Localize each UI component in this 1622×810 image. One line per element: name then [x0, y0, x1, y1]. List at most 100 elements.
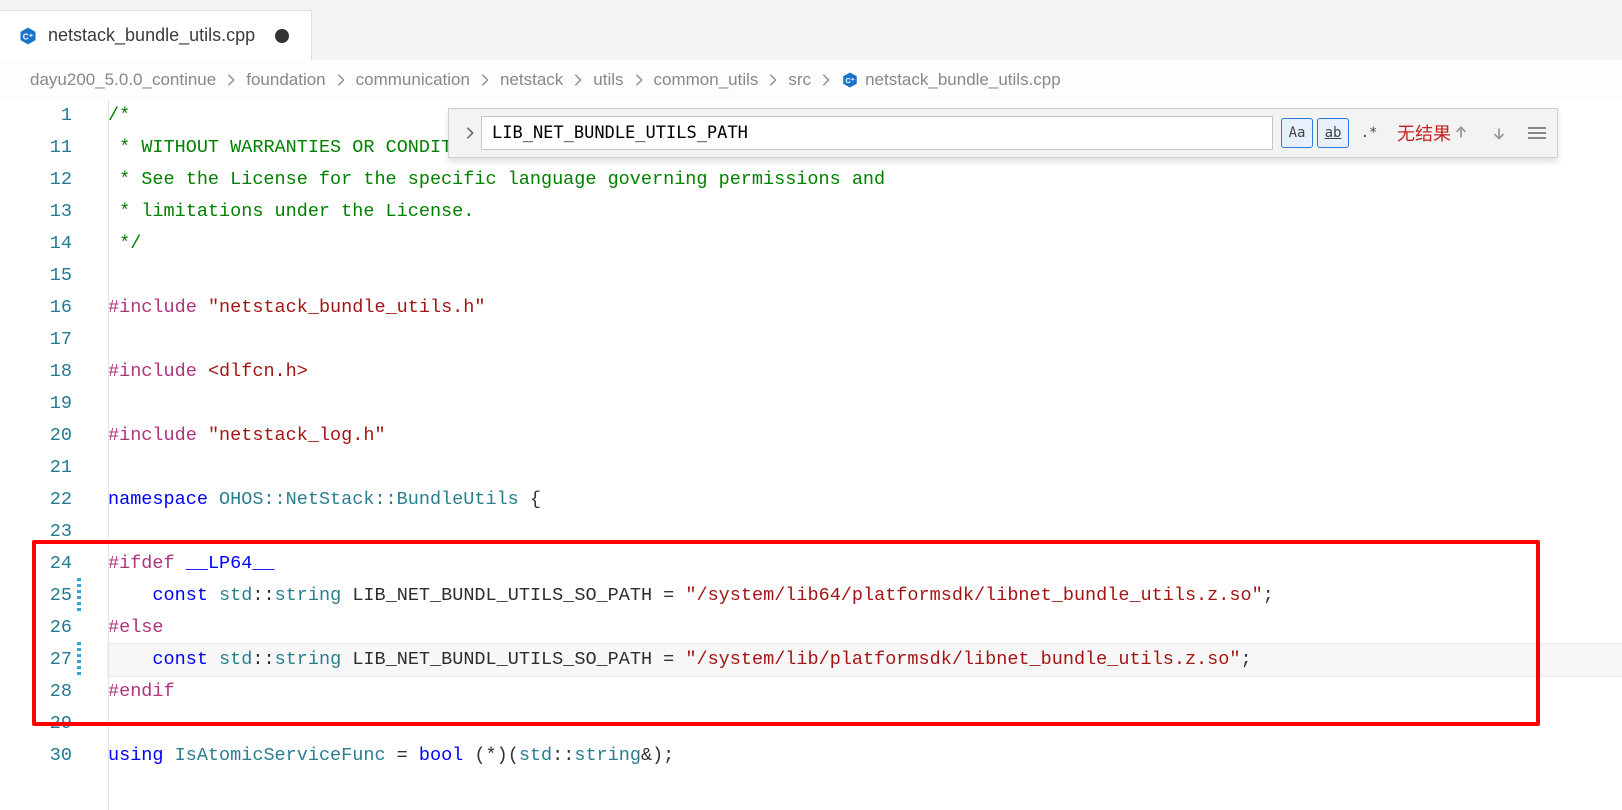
line-number: 11	[0, 132, 72, 164]
tab-bar: C⁺ netstack_bundle_utils.cpp	[0, 0, 1622, 60]
find-menu-button[interactable]	[1527, 123, 1547, 143]
code-text: const	[152, 585, 208, 606]
line-number: 25	[0, 580, 72, 612]
code-text: string	[275, 585, 342, 606]
breadcrumb-file[interactable]: C⁺ netstack_bundle_utils.cpp	[841, 70, 1061, 90]
breadcrumb-segment[interactable]: netstack	[500, 70, 563, 90]
breadcrumb-segment[interactable]: src	[788, 70, 811, 90]
match-case-toggle[interactable]: Aa	[1281, 118, 1313, 148]
chevron-right-icon	[478, 73, 492, 87]
unsaved-dot-icon	[275, 29, 289, 43]
regex-label: .*	[1361, 125, 1378, 141]
find-nav	[1451, 123, 1547, 143]
code-text: * limitations under the License.	[108, 201, 474, 222]
line-number: 27	[0, 644, 72, 676]
chevron-right-icon	[766, 73, 780, 87]
chevron-right-icon	[819, 73, 833, 87]
line-number: 13	[0, 196, 72, 228]
svg-text:C⁺: C⁺	[845, 76, 854, 85]
code-text: OHOS::NetStack::BundleUtils	[208, 489, 530, 510]
match-whole-word-toggle[interactable]: ab	[1317, 118, 1349, 148]
svg-text:C⁺: C⁺	[23, 31, 33, 41]
code-text: std	[219, 649, 252, 670]
code-text: (*)(	[463, 745, 519, 766]
match-case-label: Aa	[1289, 125, 1306, 141]
code-text: *	[108, 137, 141, 158]
expand-replace-toggle[interactable]	[459, 126, 481, 140]
glyph-margin	[74, 100, 84, 810]
breadcrumb-segment[interactable]: common_utils	[654, 70, 759, 90]
code-text: "netstack_log.h"	[208, 425, 386, 446]
line-number: 14	[0, 228, 72, 260]
hamburger-icon	[1528, 127, 1546, 139]
editor[interactable]: 1 11 12 13 14 15 16 17 18 19 20 21 22 23…	[0, 100, 1622, 810]
line-number: 17	[0, 324, 72, 356]
code-text: /*	[108, 105, 130, 126]
code-text	[341, 137, 352, 158]
line-number: 12	[0, 164, 72, 196]
find-result-count: 无结果	[1397, 120, 1451, 146]
code-text: const	[152, 649, 208, 670]
code-text: "netstack_bundle_utils.h"	[208, 297, 486, 318]
line-number: 1	[0, 100, 72, 132]
code-text: __LP64__	[186, 553, 275, 574]
line-number: 29	[0, 708, 72, 740]
code-text: LIB_NET_BUNDL_UTILS_SO_PATH	[352, 585, 652, 606]
tab-filename: netstack_bundle_utils.cpp	[48, 25, 255, 46]
code-text: #endif	[108, 681, 175, 702]
code-text: ::	[552, 745, 574, 766]
code-text: WARRANTIES	[230, 137, 341, 158]
find-input-wrapper	[481, 116, 1273, 150]
code-text: OR	[352, 137, 374, 158]
breadcrumb-segment[interactable]: utils	[593, 70, 623, 90]
line-number: 15	[0, 260, 72, 292]
find-next-button[interactable]	[1489, 123, 1509, 143]
line-number: 28	[0, 676, 72, 708]
code-area[interactable]: /* * WITHOUT WARRANTIES OR CONDITIONS OF…	[94, 100, 1622, 810]
cpp-icon: C⁺	[18, 26, 38, 46]
code-text: WITHOUT	[141, 137, 219, 158]
breadcrumb-file-label: netstack_bundle_utils.cpp	[865, 70, 1061, 90]
code-text: =	[386, 745, 419, 766]
chevron-right-icon	[571, 73, 585, 87]
code-text: &);	[641, 745, 674, 766]
breadcrumb-segment[interactable]: foundation	[246, 70, 325, 90]
chevron-right-icon	[632, 73, 646, 87]
line-number: 26	[0, 612, 72, 644]
code-text: #include	[108, 361, 197, 382]
breadcrumb-segment[interactable]: dayu200_5.0.0_continue	[30, 70, 216, 90]
chevron-right-icon	[224, 73, 238, 87]
code-text: #else	[108, 617, 164, 638]
line-number: 16	[0, 292, 72, 324]
breadcrumb: dayu200_5.0.0_continue foundation commun…	[0, 60, 1622, 100]
code-text: namespace	[108, 489, 208, 510]
line-number: 20	[0, 420, 72, 452]
find-prev-button[interactable]	[1451, 123, 1471, 143]
code-text: <dlfcn.h>	[208, 361, 308, 382]
code-text: "/system/lib/platformsdk/libnet_bundle_u…	[685, 649, 1240, 670]
use-regex-toggle[interactable]: .*	[1353, 118, 1385, 148]
line-number: 30	[0, 740, 72, 772]
code-text: {	[530, 489, 541, 510]
code-text: #include	[108, 425, 197, 446]
code-text: =	[652, 585, 685, 606]
code-text: string	[275, 649, 342, 670]
line-number: 22	[0, 484, 72, 516]
code-text: IsAtomicServiceFunc	[175, 745, 386, 766]
line-number: 18	[0, 356, 72, 388]
line-number: 19	[0, 388, 72, 420]
code-text: #include	[108, 297, 197, 318]
breadcrumb-segment[interactable]: communication	[356, 70, 470, 90]
find-options: Aa ab .*	[1281, 118, 1385, 148]
modified-marker-icon	[77, 578, 81, 612]
match-word-label: ab	[1325, 125, 1342, 141]
code-text: std	[519, 745, 552, 766]
code-text: ::	[252, 585, 274, 606]
line-number: 23	[0, 516, 72, 548]
chevron-right-icon	[334, 73, 348, 87]
find-input[interactable]	[490, 122, 1264, 144]
code-text: ;	[1263, 585, 1274, 606]
modified-marker-icon	[77, 642, 81, 676]
code-text	[219, 137, 230, 158]
tab-active[interactable]: C⁺ netstack_bundle_utils.cpp	[0, 10, 312, 60]
